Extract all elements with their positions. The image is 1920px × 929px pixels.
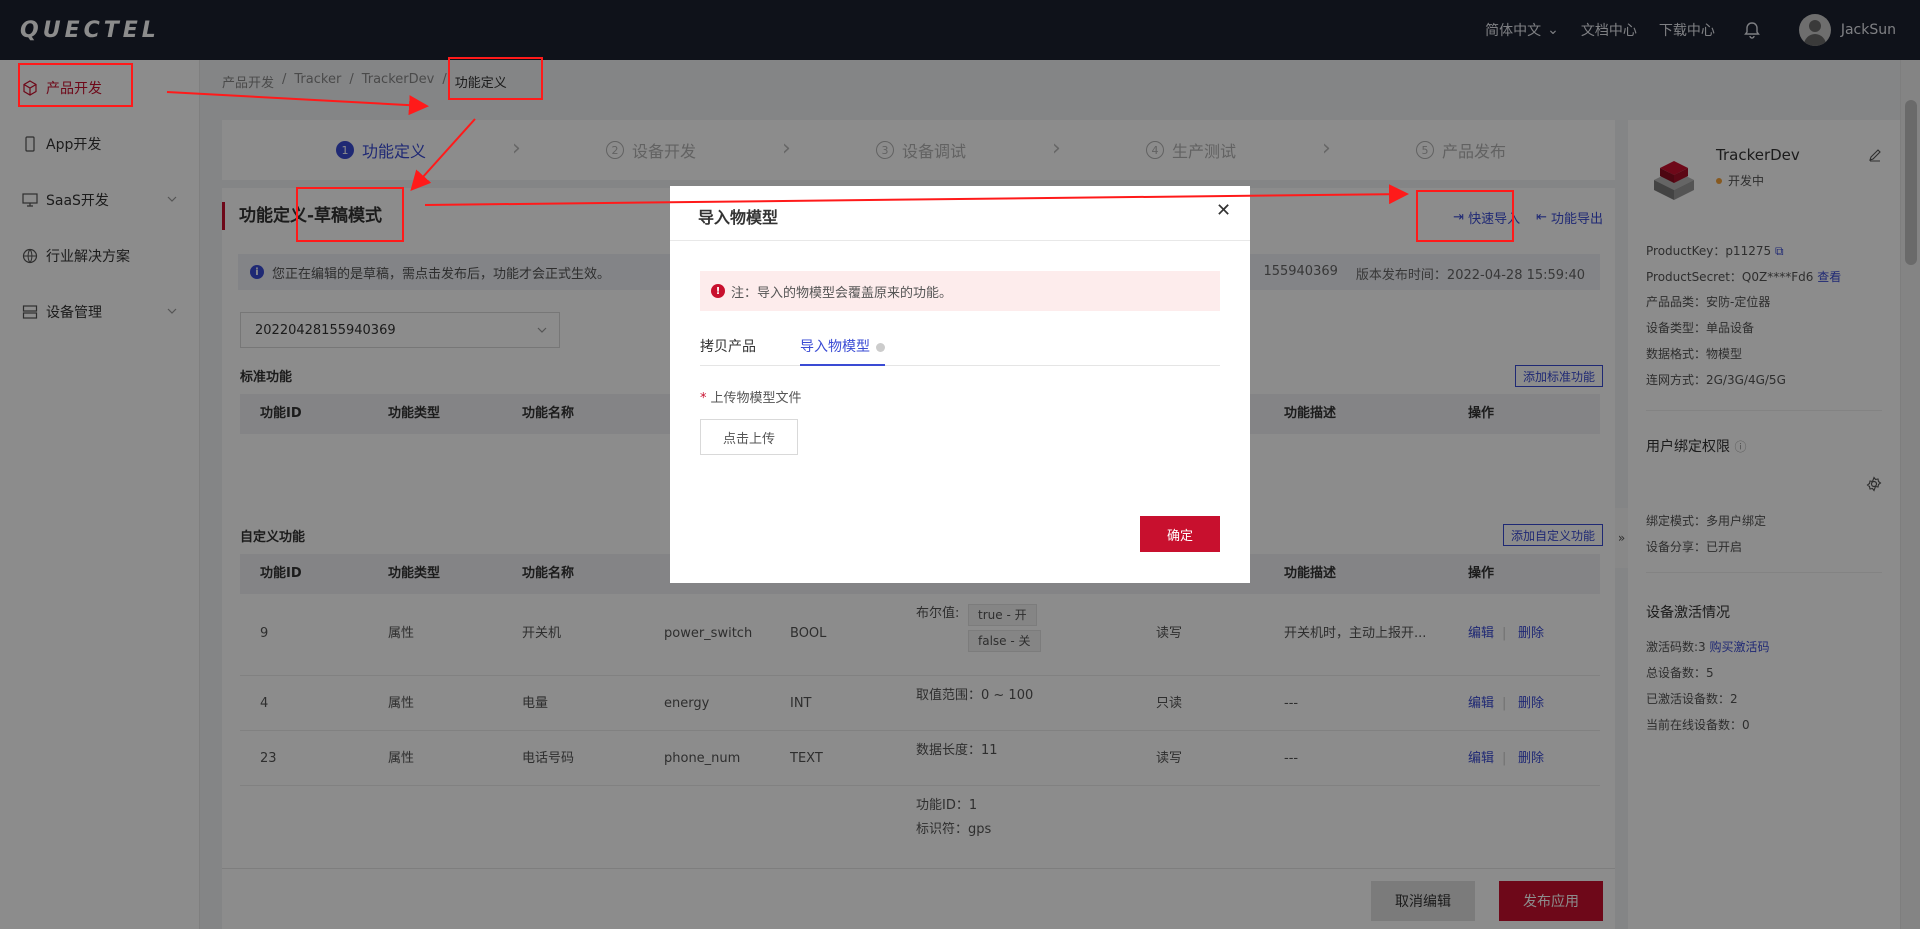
tab-import-model[interactable]: 导入物模型 (800, 336, 885, 366)
import-model-dialog: 导入物模型 ✕ ! 注：导入的物模型会覆盖原来的功能。 拷贝产品 导入物模型 *… (670, 186, 1250, 583)
annotation-box (296, 187, 404, 242)
overwrite-warning: ! 注：导入的物模型会覆盖原来的功能。 (700, 271, 1220, 311)
upload-button[interactable]: 点击上传 (700, 419, 798, 455)
annotation-box (1416, 190, 1514, 242)
dialog-tabs: 拷贝产品 导入物模型 (700, 336, 1220, 366)
annotation-box (18, 63, 133, 107)
upload-label: * 上传物模型文件 (700, 391, 802, 406)
dialog-title: 导入物模型 (698, 208, 779, 227)
tab-copy-product[interactable]: 拷贝产品 (700, 336, 756, 366)
warning-icon: ! (711, 284, 725, 298)
close-icon[interactable]: ✕ (1216, 202, 1231, 220)
help-icon (876, 342, 885, 352)
annotation-box (448, 57, 543, 100)
confirm-button[interactable]: 确定 (1140, 516, 1220, 552)
